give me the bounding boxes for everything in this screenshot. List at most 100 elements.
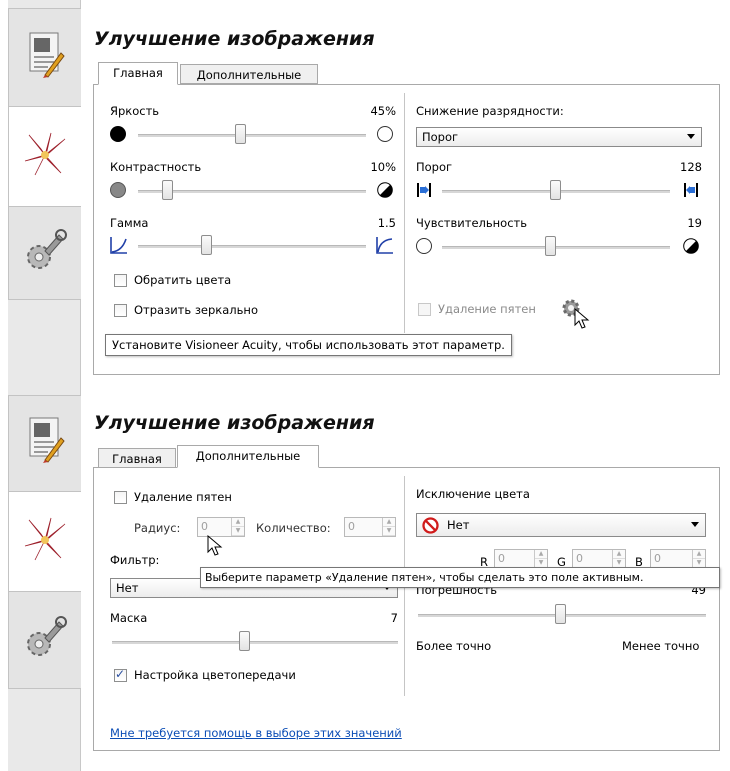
radius-value: 0 <box>201 520 208 533</box>
acuity-tooltip: Установите Visioneer Acuity, чтобы испол… <box>105 334 512 356</box>
gamma-low-icon <box>110 236 128 254</box>
sensitivity-value: 19 <box>687 216 702 230</box>
brightness-value: 45% <box>370 104 396 118</box>
no-entry-icon <box>422 517 439 534</box>
sidebar-tab-image-enhancement[interactable] <box>8 106 81 208</box>
document-edit-icon <box>27 416 65 464</box>
g-value: 0 <box>576 552 583 565</box>
mirror-label: Отразить зеркально <box>134 303 258 317</box>
contrast-label: Контрастность <box>110 160 202 174</box>
sensitivity-high-icon <box>683 238 699 254</box>
tab-advanced[interactable]: Дополнительные <box>177 445 319 468</box>
sensitivity-low-icon <box>416 238 432 254</box>
settings-box <box>93 467 720 751</box>
brightness-track <box>138 134 366 137</box>
lily-flower-icon <box>21 129 69 181</box>
tolerance-slider[interactable] <box>555 604 566 624</box>
despeckle-label: Удаление пятен <box>134 490 232 504</box>
tab-advanced[interactable]: Дополнительные <box>180 64 318 84</box>
brightness-high-icon <box>377 126 393 142</box>
b-value: 0 <box>654 552 661 565</box>
despeckle-tooltip: Выберите параметр «Удаление пятен», чтоб… <box>200 567 720 588</box>
spinner-buttons[interactable]: ▲ ▼ <box>382 518 395 536</box>
contrast-low-icon <box>110 182 126 198</box>
threshold-high-icon <box>683 182 699 198</box>
r-spinner[interactable]: 0 ▲ ▼ <box>494 549 548 569</box>
invert-colors-label: Обратить цвета <box>134 273 232 287</box>
page-title: Улучшение изображения <box>94 28 375 50</box>
mask-label: Маска <box>110 611 148 625</box>
contrast-slider[interactable] <box>162 180 173 200</box>
despeckle-checkbox[interactable] <box>114 491 127 504</box>
color-drop-value: Нет <box>447 518 470 532</box>
filter-select-value: Нет <box>116 581 139 595</box>
mouse-cursor-icon <box>574 308 590 330</box>
page-title: Улучшение изображения <box>94 412 375 434</box>
gamma-high-icon <box>376 236 394 254</box>
sensitivity-slider[interactable] <box>545 236 556 256</box>
invert-colors-checkbox[interactable] <box>114 274 127 287</box>
brightness-slider[interactable] <box>235 124 246 144</box>
less-precise-label: Менее точно <box>622 639 700 653</box>
bitdepth-label: Снижение разрядности: <box>416 104 564 118</box>
spinner-buttons[interactable]: ▲ ▼ <box>612 550 625 568</box>
b-spinner[interactable]: 0 ▲ ▼ <box>650 549 706 569</box>
despeckle-label: Удаление пятен <box>438 302 536 316</box>
sidebar-tab-image-enhancement[interactable] <box>8 491 81 593</box>
mask-track <box>112 641 398 644</box>
tab-main[interactable]: Главная <box>98 448 176 468</box>
gamma-value: 1.5 <box>377 216 396 230</box>
brightness-low-icon <box>110 126 126 142</box>
spinner-buttons[interactable]: ▲ ▼ <box>534 550 547 568</box>
color-correction-checkbox[interactable] <box>114 667 127 682</box>
mask-slider[interactable] <box>239 631 250 651</box>
lily-flower-icon <box>21 514 69 566</box>
sidebar-tab-settings[interactable] <box>8 591 81 689</box>
wrench-gear-icon <box>23 225 67 275</box>
wrench-gear-icon <box>23 612 67 662</box>
g-spinner[interactable]: 0 ▲ ▼ <box>572 549 626 569</box>
mouse-cursor-icon <box>207 535 223 557</box>
spinner-buttons[interactable]: ▲ ▼ <box>692 550 705 568</box>
threshold-value: 128 <box>680 160 702 174</box>
r-value: 0 <box>498 552 505 565</box>
color-drop-label: Исключение цвета <box>416 487 530 501</box>
sidebar-tab-document[interactable] <box>8 8 81 108</box>
gamma-slider[interactable] <box>201 235 212 255</box>
sensitivity-track <box>442 246 670 249</box>
contrast-value: 10% <box>370 160 396 174</box>
threshold-low-icon <box>416 182 432 198</box>
threshold-label: Порог <box>416 160 453 174</box>
bitdepth-select-value: Порог <box>422 130 459 144</box>
tab-main[interactable]: Главная <box>98 62 178 85</box>
sidebar-tab-document[interactable] <box>8 395 81 493</box>
chevron-down-icon <box>691 522 699 527</box>
brightness-label: Яркость <box>110 104 160 118</box>
bottom-panel: Улучшение изображения Главная Дополнител… <box>0 385 730 771</box>
color-drop-select[interactable]: Нет <box>416 513 706 537</box>
top-panel: Улучшение изображения Главная Дополнител… <box>0 0 730 385</box>
gamma-label: Гамма <box>110 216 149 230</box>
threshold-slider[interactable] <box>550 180 561 200</box>
contrast-high-icon <box>377 182 393 198</box>
color-correction-label: Настройка цветопередачи <box>134 668 296 682</box>
mask-value: 7 <box>390 611 398 625</box>
quantity-value: 0 <box>348 520 355 533</box>
bitdepth-select[interactable]: Порог <box>416 127 702 147</box>
despeckle-checkbox[interactable] <box>418 303 431 316</box>
gamma-track <box>138 245 366 248</box>
help-link[interactable]: Мне требуется помощь в выборе этих значе… <box>110 726 402 740</box>
radius-label: Радиус: <box>134 521 181 535</box>
mirror-checkbox[interactable] <box>114 304 127 317</box>
quantity-label: Количество: <box>256 521 331 535</box>
document-edit-icon <box>27 31 65 79</box>
sensitivity-label: Чувствительность <box>416 216 527 230</box>
quantity-spinner[interactable]: 0 ▲ ▼ <box>344 517 396 537</box>
sidebar-tab-settings[interactable] <box>8 206 81 300</box>
more-precise-label: Более точно <box>416 639 492 653</box>
spinner-buttons[interactable]: ▲ ▼ <box>231 518 244 536</box>
filter-label: Фильтр: <box>110 553 160 567</box>
chevron-down-icon <box>687 134 695 139</box>
radius-spinner[interactable]: 0 ▲ ▼ <box>197 517 245 537</box>
column-divider <box>404 93 405 333</box>
